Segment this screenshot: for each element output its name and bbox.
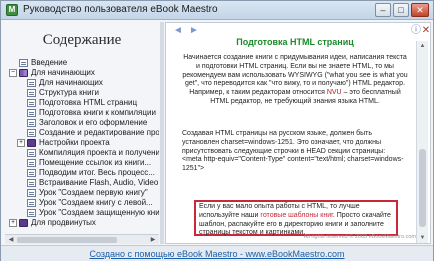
footer-link[interactable]: Создано с помощью eBook Maestro - www.eB…	[1, 249, 433, 259]
forward-arrow-icon[interactable]: ►	[188, 25, 200, 37]
expand-icon[interactable]: +	[9, 219, 17, 227]
book-icon	[27, 139, 36, 147]
page-icon	[27, 129, 36, 137]
toc-item-advanced[interactable]: + Для продвинутых	[9, 218, 159, 228]
templates-note: Если у вас мало опыта работы с HTML, то …	[194, 200, 398, 236]
toc-item-label: Для продвинутых	[31, 218, 96, 227]
sidebar-horizontal-scrollbar[interactable]: ◀ ▶	[5, 234, 159, 244]
toc-item-lesson-first-book[interactable]: Урок "Создаем первую книгу"	[13, 188, 159, 198]
content-pane: ◄ ► ⓘ ✕ Подготовка HTML страниц Начинает…	[165, 22, 431, 244]
scrollbar-thumb[interactable]	[17, 237, 117, 243]
toc-item-label: Для начинающих	[31, 68, 95, 77]
page-icon	[27, 169, 36, 177]
scroll-left-icon[interactable]: ◀	[6, 236, 16, 244]
scroll-up-icon[interactable]: ▲	[417, 41, 428, 51]
toc-item-beginners[interactable]: Для начинающих	[13, 78, 159, 88]
toc-item-project-settings[interactable]: + Настройки проекта	[13, 138, 159, 148]
page-icon	[27, 179, 36, 187]
content-vertical-scrollbar[interactable]: ▲ ▼	[416, 41, 428, 243]
toc-item-label: Структура книги	[39, 88, 99, 97]
scroll-down-icon[interactable]: ▼	[417, 233, 428, 243]
app-window: M Руководство пользователя eBook Maestro…	[0, 0, 434, 261]
toc-item-summary[interactable]: Подводим итог. Весь процесс...	[13, 168, 159, 178]
toc-item-compilation[interactable]: Компиляция проекта и получение...	[13, 148, 159, 158]
expand-icon[interactable]: +	[17, 139, 25, 147]
toc-item-html-pages[interactable]: Подготовка HTML страниц	[13, 98, 159, 108]
scrollbar-thumb[interactable]	[419, 149, 426, 227]
toc-item-lesson-protected[interactable]: Урок "Создаем защищенную книгу...	[13, 208, 159, 218]
page-icon	[27, 199, 36, 207]
page-icon	[27, 79, 36, 87]
toc-item-label: Помещение ссылок из книги...	[39, 158, 152, 167]
toc-item-heading-design[interactable]: Заголовок и его оформление	[13, 118, 159, 128]
collapse-icon[interactable]: −	[9, 69, 17, 77]
back-arrow-icon[interactable]: ◄	[172, 25, 184, 37]
toc-item-label: Встраивание Flash, Audio, Video	[39, 178, 159, 187]
toc-item-book-structure[interactable]: Структура книги	[13, 88, 159, 98]
close-page-icon[interactable]: ✕	[420, 25, 430, 37]
page-icon	[27, 99, 36, 107]
book-icon	[19, 219, 28, 227]
toc-item-compile-prep[interactable]: Подготовка книги к компиляции	[13, 108, 159, 118]
toc-item-label: Заголовок и его оформление	[39, 118, 148, 127]
toc-sidebar: Содержание Введение − Для начинающих Для…	[5, 22, 159, 244]
page-icon	[27, 149, 36, 157]
toc-item-links[interactable]: Помещение ссылок из книги...	[13, 158, 159, 168]
toc-item-label: Урок "Создаем защищенную книгу...	[39, 208, 159, 217]
toc-item-beginners-folder[interactable]: − Для начинающих	[9, 68, 159, 78]
intro-paragraph: Начинается создание книги с придумывания…	[182, 54, 408, 107]
open-book-icon	[19, 69, 28, 77]
close-button[interactable]: ✕	[411, 3, 429, 17]
toc-item-label: Для начинающих	[39, 78, 103, 87]
page-icon	[27, 109, 36, 117]
templates-link[interactable]: готовые шаблоны книг	[260, 212, 332, 219]
charset-text: Создавая HTML страницы на русском языке,…	[182, 130, 386, 155]
page-icon	[27, 159, 36, 167]
toc-heading: Содержание	[42, 32, 122, 48]
minimize-button[interactable]: –	[375, 3, 391, 17]
toc-item-introduction[interactable]: Введение	[13, 58, 159, 68]
footer-bar: Создано с помощью eBook Maestro - www.eB…	[1, 245, 433, 261]
page-icon	[27, 119, 36, 127]
toc-item-label: Компиляция проекта и получение...	[39, 148, 159, 157]
toc-item-label: Введение	[31, 58, 68, 67]
toc-item-label: Подводим итог. Весь процесс...	[39, 168, 155, 177]
toc-item-lesson-left-menu[interactable]: Урок "Создаем книгу с левой...	[13, 198, 159, 208]
pane-splitter[interactable]	[160, 22, 164, 244]
meta-code: <meta http-equiv="Content-Type" content=…	[182, 156, 404, 173]
toc-item-label: Урок "Создаем первую книгу"	[39, 188, 148, 197]
page-icon	[19, 59, 28, 67]
toc-tree: Введение − Для начинающих Для начинающих…	[9, 58, 159, 228]
title-bar[interactable]: M Руководство пользователя eBook Maestro…	[1, 1, 433, 20]
toc-item-project-create[interactable]: Создание и редактирование проекта	[13, 128, 159, 138]
toc-item-label: Подготовка HTML страниц	[39, 98, 138, 107]
page-body: Подготовка HTML страниц Начинается созда…	[182, 37, 408, 243]
maximize-button[interactable]: □	[393, 3, 409, 17]
scroll-right-icon[interactable]: ▶	[148, 236, 158, 244]
charset-paragraph: Создавая HTML страницы на русском языке,…	[182, 130, 408, 174]
nvu-link[interactable]: NVU	[327, 89, 342, 96]
copyright-text: All rights reserved © 2003 eBookMaestro.…	[303, 234, 416, 240]
toc-item-label: Настройки проекта	[39, 138, 110, 147]
app-icon: M	[6, 4, 18, 16]
toc-item-label: Подготовка книги к компиляции	[39, 108, 156, 117]
page-icon	[27, 189, 36, 197]
toc-item-label: Создание и редактирование проекта	[39, 128, 159, 137]
toc-item-label: Урок "Создаем книгу с левой...	[39, 198, 153, 207]
toc-item-embed-media[interactable]: Встраивание Flash, Audio, Video	[13, 178, 159, 188]
page-icon	[27, 209, 36, 217]
page-title: Подготовка HTML страниц	[236, 37, 354, 47]
page-icon	[27, 89, 36, 97]
window-title: Руководство пользователя eBook Maestro	[23, 4, 218, 15]
